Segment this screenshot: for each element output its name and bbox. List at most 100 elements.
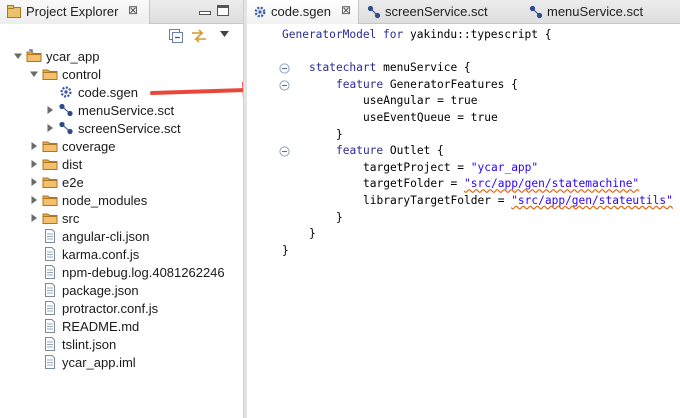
tree-item[interactable]: menuService.sct — [45, 101, 174, 119]
file-icon — [45, 301, 55, 315]
project-explorer-toolbar — [0, 24, 243, 48]
tree-item[interactable]: package.json — [29, 281, 139, 299]
tree-item-label: angular-cli.json — [62, 228, 150, 244]
code-string: "src/app/gen/statemachine" — [464, 177, 640, 191]
code-token: } — [336, 210, 343, 224]
editor-area: code.sgen ⊠ screenService.sct menuServic… — [247, 0, 680, 418]
link-with-editor-icon[interactable] — [190, 28, 208, 44]
chevron-right-icon[interactable] — [29, 159, 39, 169]
statechart-icon — [529, 5, 543, 19]
tree-item[interactable]: ycar_app.iml — [29, 353, 136, 371]
code-line: } — [336, 210, 343, 226]
tree-item-label: npm-debug.log.4081262246 — [62, 264, 225, 280]
tree-item-label: control — [62, 66, 102, 82]
tree-item-label: ycar_app — [46, 48, 100, 64]
project-explorer-tabbar: Project Explorer ⊠ — [0, 0, 243, 24]
tree-item[interactable]: karma.conf.js — [29, 245, 139, 263]
code-keyword: GeneratorModel for — [282, 28, 410, 41]
folder-icon — [42, 213, 58, 224]
tree-item[interactable]: e2e — [29, 173, 84, 191]
tree-item[interactable]: screenService.sct — [45, 119, 181, 137]
tab-code-sgen[interactable]: code.sgen ⊠ — [247, 0, 359, 24]
file-icon — [45, 283, 55, 297]
code-token: yakindu::typescript { — [409, 28, 552, 41]
chevron-down-icon[interactable] — [13, 51, 23, 61]
chevron-right-icon[interactable] — [29, 141, 39, 151]
tree-item[interactable]: README.md — [29, 317, 139, 335]
tree-item[interactable]: src — [29, 209, 79, 227]
code-token: } — [309, 227, 316, 241]
file-icon — [45, 337, 55, 351]
code-keyword: statechart — [309, 61, 384, 75]
tab-label: code.sgen — [271, 4, 331, 19]
tab-label: menuService.sct — [547, 4, 644, 19]
minimize-icon[interactable] — [199, 6, 211, 16]
chevron-right-icon[interactable] — [29, 195, 39, 205]
close-icon[interactable]: ⊠ — [341, 3, 351, 17]
tree-item[interactable]: dist — [29, 155, 82, 173]
chevron-right-icon[interactable] — [45, 105, 55, 115]
tree-item-label: src — [62, 210, 80, 226]
tree-item[interactable]: ycar_app — [13, 47, 99, 65]
chevron-down-icon[interactable] — [29, 69, 39, 79]
code-token: useAngular = true — [363, 94, 478, 108]
collapse-all-icon[interactable] — [169, 29, 183, 43]
tree-item[interactable]: npm-debug.log.4081262246 — [29, 263, 225, 281]
code-line: feature GeneratorFeatures { — [336, 77, 518, 93]
tree-item-label: e2e — [62, 174, 84, 190]
chevron-right-icon[interactable] — [45, 123, 55, 133]
tree-item[interactable]: node_modules — [29, 191, 147, 209]
code-editor[interactable]: GeneratorModel for yakindu::typescript {… — [247, 24, 680, 418]
generator-model-icon — [60, 86, 72, 98]
code-line: useEventQueue = true — [363, 110, 498, 126]
editor-tabbar: code.sgen ⊠ screenService.sct menuServic… — [247, 0, 680, 24]
folder-icon — [42, 195, 58, 206]
project-explorer-tab[interactable]: Project Explorer ⊠ — [0, 0, 150, 24]
code-token: } — [336, 127, 343, 141]
code-token: } — [282, 243, 289, 257]
package-explorer-icon — [7, 5, 21, 18]
tree-item[interactable]: tslint.json — [29, 335, 116, 353]
file-icon — [45, 355, 55, 369]
collapse-fold-icon[interactable] — [279, 63, 290, 74]
code-keyword: feature — [336, 144, 390, 158]
project-folder-icon — [26, 49, 42, 62]
tree-item-label: code.sgen — [78, 84, 138, 100]
chevron-right-icon[interactable] — [29, 177, 39, 187]
code-line: targetFolder = "src/app/gen/statemachine… — [363, 176, 639, 192]
tree-item[interactable]: control — [29, 65, 101, 83]
project-explorer-view: Project Explorer ⊠ ycar_appcontrol code.s… — [0, 0, 266, 418]
collapse-fold-icon[interactable] — [279, 146, 290, 157]
folder-icon — [42, 159, 58, 170]
maximize-icon[interactable] — [217, 5, 229, 16]
collapse-fold-icon[interactable] — [279, 80, 290, 91]
code-token: targetFolder = — [363, 177, 465, 191]
tree-item[interactable]: coverage — [29, 137, 115, 155]
file-icon — [45, 247, 55, 261]
generator-model-icon — [254, 6, 266, 18]
view-menu-icon[interactable] — [220, 31, 229, 38]
code-token: useEventQueue = true — [363, 111, 498, 124]
tab-menuservice-sct[interactable]: menuService.sct — [523, 0, 673, 24]
tree-item[interactable]: protractor.conf.js — [29, 299, 158, 317]
tree-item-label: node_modules — [62, 192, 148, 208]
project-explorer-tab-label: Project Explorer — [26, 4, 119, 19]
code-line: libraryTargetFolder = "src/app/gen/state… — [363, 193, 673, 209]
tab-screenservice-sct[interactable]: screenService.sct — [361, 0, 511, 24]
code-line: } — [336, 127, 343, 143]
code-line: GeneratorModel for yakindu::typescript { — [282, 27, 551, 43]
code-line: useAngular = true — [363, 93, 478, 109]
tree-item[interactable]: angular-cli.json — [29, 227, 149, 245]
tree-item[interactable]: code.sgen — [45, 83, 138, 101]
close-icon[interactable]: ⊠ — [128, 3, 138, 17]
code-line: feature Outlet { — [336, 143, 444, 159]
statechart-icon — [59, 103, 73, 117]
chevron-right-icon[interactable] — [29, 213, 39, 223]
